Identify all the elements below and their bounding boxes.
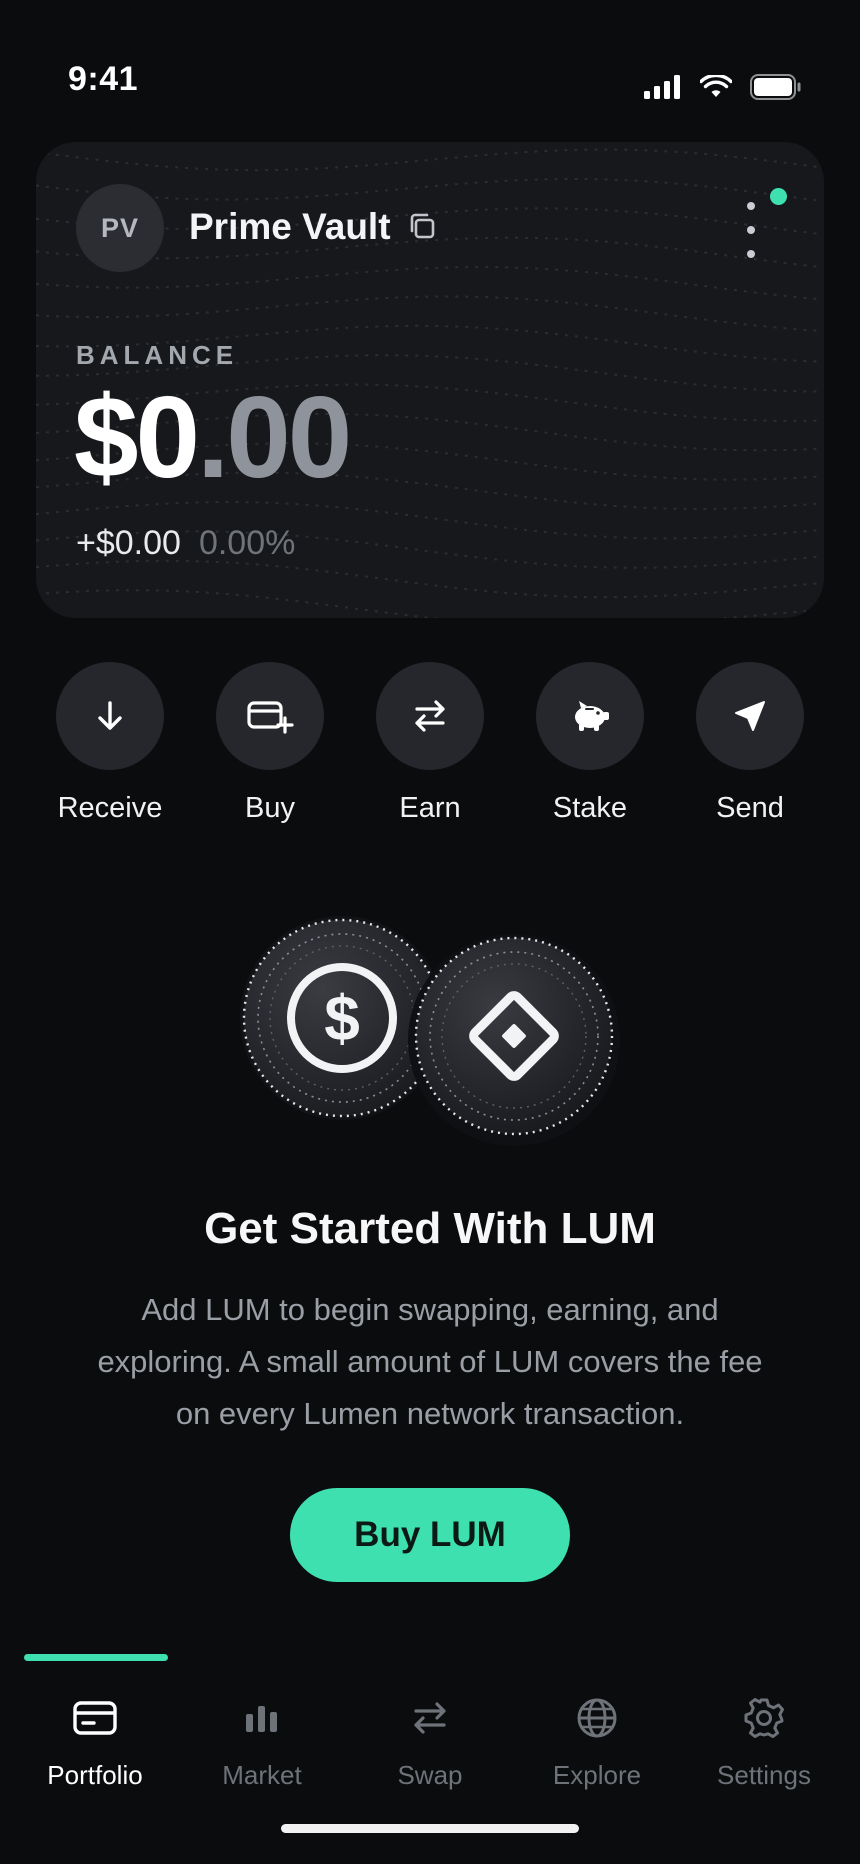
buy-label: Buy	[245, 792, 295, 824]
more-dot-icon	[747, 202, 755, 210]
send-label: Send	[716, 792, 784, 824]
stake-button[interactable]: Stake	[510, 662, 670, 825]
active-tab-indicator	[24, 1654, 168, 1661]
more-options-button[interactable]	[736, 202, 766, 258]
stake-circle[interactable]	[536, 662, 644, 770]
copy-icon[interactable]	[406, 210, 438, 242]
status-icons	[644, 74, 802, 100]
balance-amount: $0.00	[74, 372, 352, 502]
tab-market[interactable]: Market	[178, 1690, 346, 1791]
tab-portfolio-label: Portfolio	[47, 1760, 143, 1790]
tab-settings-label: Settings	[717, 1760, 811, 1790]
balance-main: $0	[74, 372, 200, 502]
buy-button[interactable]: Buy	[190, 662, 350, 825]
swap-arrows-icon	[415, 700, 445, 732]
send-circle[interactable]	[696, 662, 804, 770]
wallet-name[interactable]: Prime Vault	[189, 206, 391, 248]
coins-illustration: $	[240, 916, 620, 1146]
cellular-signal-icon	[644, 75, 680, 99]
receive-label: Receive	[57, 792, 163, 824]
receive-circle[interactable]	[56, 662, 164, 770]
balance-change: +$0.00 0.00%	[76, 524, 295, 563]
lumen-coin-icon	[408, 934, 620, 1146]
receive-button[interactable]: Receive	[30, 662, 190, 825]
change-amount: +$0.00	[76, 524, 181, 562]
card-wave-line	[36, 589, 821, 618]
wifi-icon	[700, 75, 732, 97]
arrow-down-icon	[98, 701, 122, 730]
tab-swap-label: Swap	[397, 1760, 463, 1790]
earn-label: Earn	[399, 792, 461, 824]
card-wave-line	[36, 559, 821, 599]
svg-text:$: $	[324, 982, 360, 1054]
earn-button[interactable]: Earn	[350, 662, 510, 825]
tab-explore[interactable]: Explore	[513, 1690, 681, 1791]
stake-label: Stake	[552, 792, 628, 824]
card-icon	[73, 1701, 117, 1735]
online-status-dot	[770, 188, 787, 205]
buy-circle[interactable]	[216, 662, 324, 770]
avatar[interactable]: PV	[76, 184, 164, 272]
tab-swap[interactable]: Swap	[346, 1690, 514, 1791]
globe-icon	[577, 1698, 617, 1738]
balance-label: BALANCE	[76, 340, 239, 370]
tab-market-label: Market	[222, 1760, 302, 1790]
card-plus-icon	[247, 701, 294, 734]
status-time: 9:41	[68, 60, 139, 98]
earn-circle[interactable]	[376, 662, 484, 770]
quick-actions: Receive Buy Earn Stake Send	[0, 662, 860, 825]
wallet-card: PV Prime Vault BALANCE $0.00 +$0.00 0.00…	[36, 142, 824, 618]
send-arrow-icon	[735, 701, 765, 731]
card-wave-line	[36, 148, 821, 172]
swap-arrows-icon	[414, 1702, 446, 1734]
cta-title: Get Started With LUM	[204, 1204, 656, 1253]
status-bar: 9:41	[0, 0, 860, 150]
card-wave-line	[36, 178, 821, 202]
card-wave-line	[36, 266, 821, 301]
balance-fraction: .00	[197, 372, 352, 502]
more-dot-icon	[747, 250, 755, 258]
tab-explore-label: Explore	[552, 1760, 642, 1790]
piggy-bank-icon	[575, 701, 609, 731]
home-indicator[interactable]	[281, 1824, 579, 1833]
buy-lum-button[interactable]: Buy LUM	[290, 1488, 570, 1582]
tab-bar: Portfolio Market Swap Explore Settings	[0, 1690, 860, 1820]
tab-portfolio[interactable]: Portfolio	[11, 1690, 179, 1791]
battery-icon	[750, 74, 801, 100]
bar-chart-icon	[246, 1706, 277, 1732]
change-percent: 0.00%	[198, 524, 296, 562]
send-button[interactable]: Send	[670, 662, 830, 825]
gear-icon	[744, 1698, 784, 1738]
tab-settings[interactable]: Settings	[680, 1690, 848, 1791]
cta-description: Add LUM to begin swapping, earning, and …	[97, 1292, 763, 1431]
more-dot-icon	[747, 226, 755, 234]
